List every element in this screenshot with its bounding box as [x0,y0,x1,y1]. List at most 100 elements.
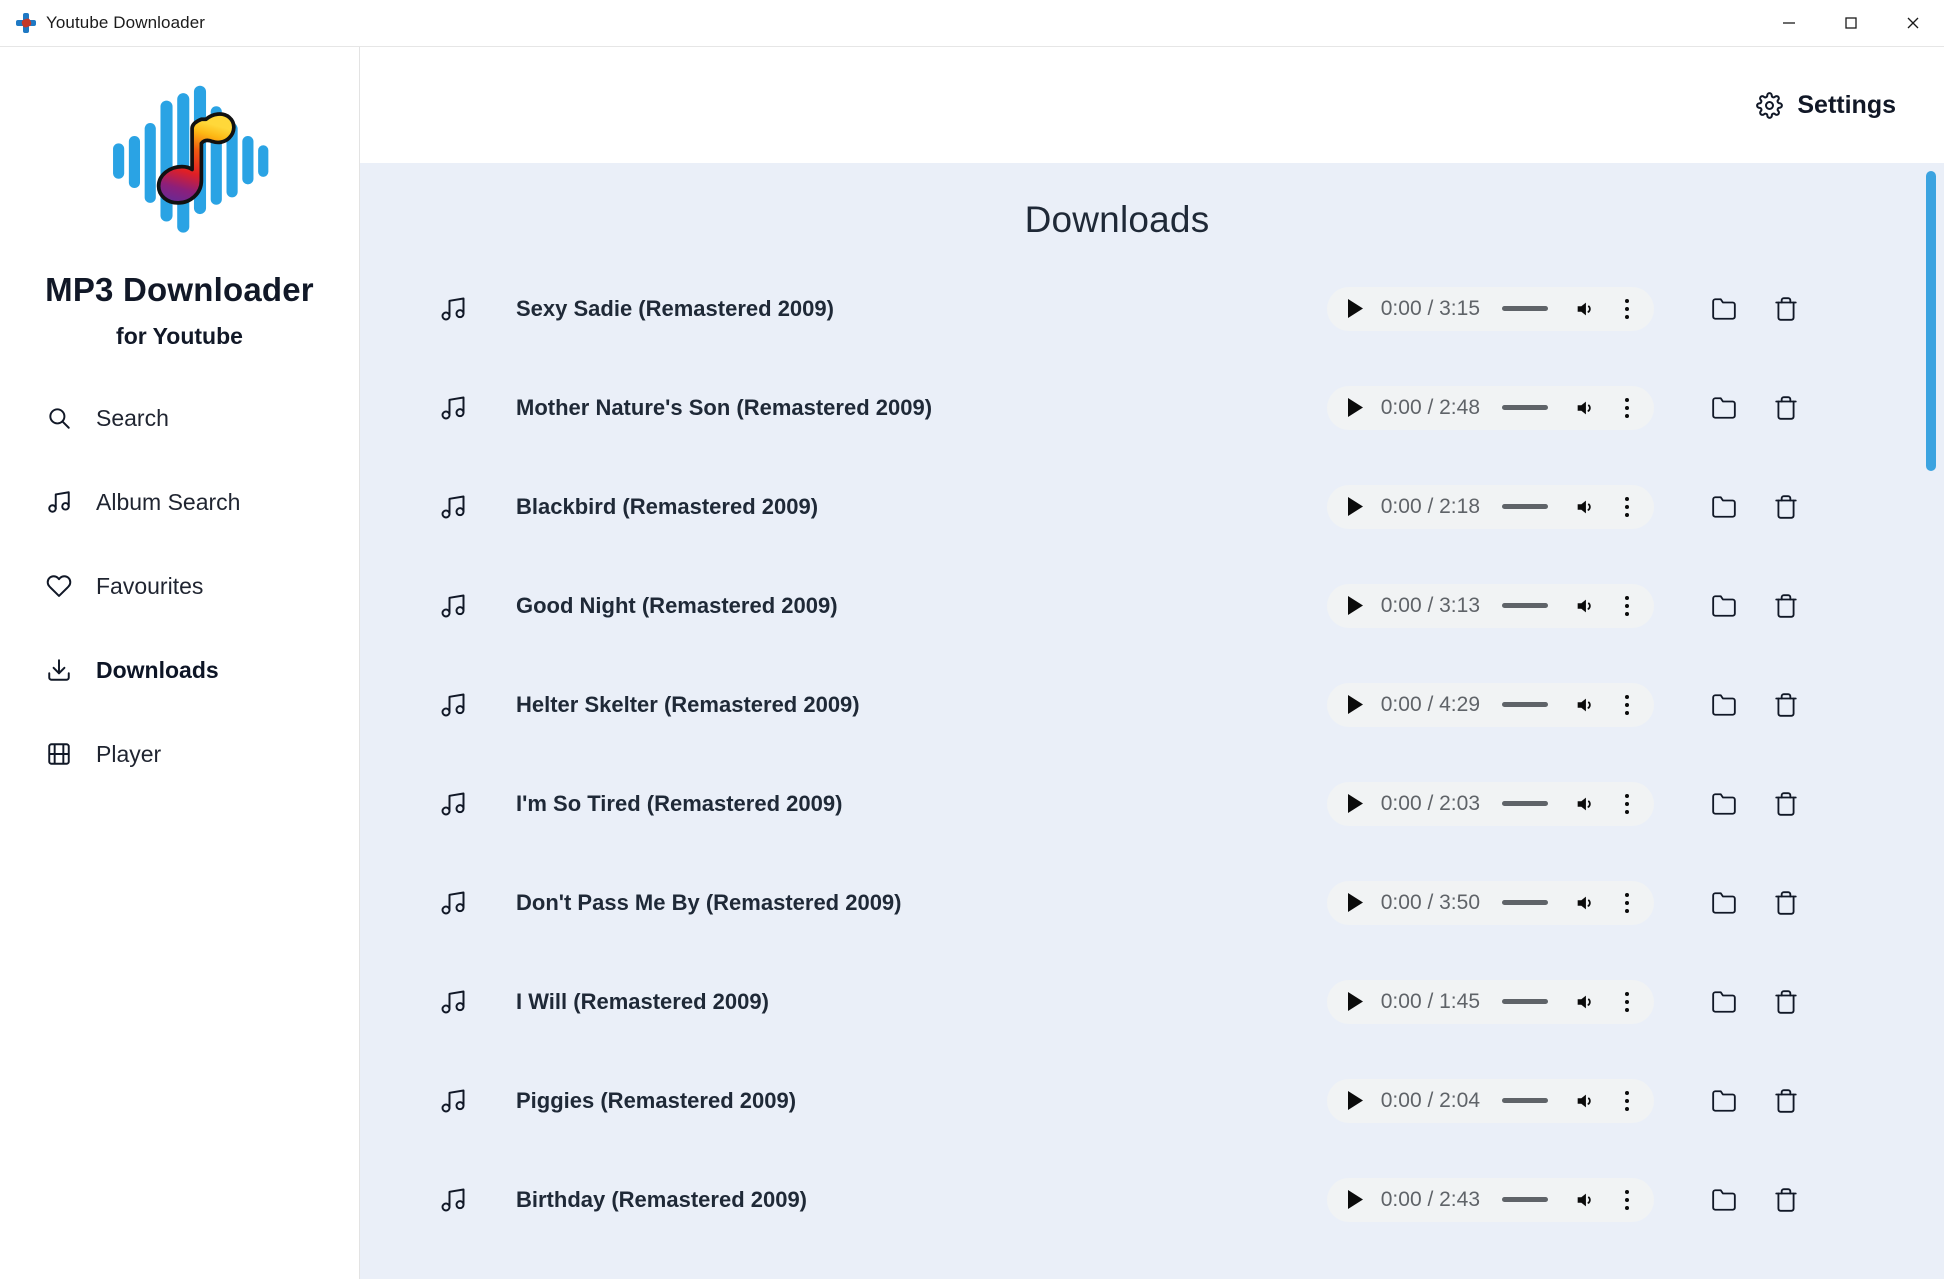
play-icon[interactable] [1341,591,1371,621]
delete-button[interactable] [1758,380,1814,436]
sidebar-item-favourites[interactable]: Favourites [46,554,359,618]
sidebar-nav: Search Album Search Favourites Downloads… [0,386,359,806]
time-display: 0:00 / 2:03 [1380,791,1480,815]
more-vertical-icon[interactable] [1616,987,1638,1017]
open-folder-button[interactable] [1696,1172,1752,1228]
vertical-scrollbar[interactable] [1924,163,1938,1279]
maximize-button[interactable] [1820,0,1882,46]
volume-icon[interactable] [1570,789,1600,819]
music-note-icon [438,888,468,918]
delete-button[interactable] [1758,479,1814,535]
play-icon[interactable] [1341,393,1371,423]
play-icon[interactable] [1341,294,1371,324]
audio-player[interactable]: 0:00 / 2:43 [1326,1177,1654,1222]
delete-button[interactable] [1758,875,1814,931]
open-folder-button[interactable] [1696,1073,1752,1129]
more-vertical-icon[interactable] [1616,888,1638,918]
table-row[interactable]: I Will (Remastered 2009) 0:00 / 1:45 [360,952,1874,1051]
sidebar-item-downloads[interactable]: Downloads [46,638,359,702]
play-icon[interactable] [1341,987,1371,1017]
table-row[interactable]: Don't Pass Me By (Remastered 2009) 0:00 … [360,853,1874,952]
time-display: 0:00 / 3:15 [1380,296,1480,320]
audio-player[interactable]: 0:00 / 1:45 [1326,979,1654,1024]
seek-slider[interactable] [1502,405,1548,410]
open-folder-button[interactable] [1696,578,1752,634]
sidebar-item-label: Album Search [96,488,241,515]
delete-button[interactable] [1758,281,1814,337]
delete-button[interactable] [1758,1073,1814,1129]
seek-slider[interactable] [1502,1098,1548,1103]
play-icon[interactable] [1341,1086,1371,1116]
volume-icon[interactable] [1570,294,1600,324]
seek-slider[interactable] [1502,504,1548,509]
table-row[interactable]: Good Night (Remastered 2009) 0:00 / 3:13 [360,556,1874,655]
more-vertical-icon[interactable] [1616,690,1638,720]
delete-button[interactable] [1758,677,1814,733]
sidebar-item-search[interactable]: Search [46,386,359,450]
more-vertical-icon[interactable] [1616,393,1638,423]
more-vertical-icon[interactable] [1616,789,1638,819]
delete-button[interactable] [1758,776,1814,832]
scrollbar-thumb[interactable] [1926,171,1936,471]
play-icon[interactable] [1341,690,1371,720]
play-icon[interactable] [1341,888,1371,918]
seek-slider[interactable] [1502,306,1548,311]
audio-player[interactable]: 0:00 / 2:48 [1326,385,1654,430]
title-bar: Youtube Downloader [0,0,1944,47]
audio-player[interactable]: 0:00 / 2:03 [1326,781,1654,826]
minimize-button[interactable] [1758,0,1820,46]
more-vertical-icon[interactable] [1616,591,1638,621]
play-icon[interactable] [1341,1185,1371,1215]
open-folder-button[interactable] [1696,875,1752,931]
table-row[interactable]: Blackbird (Remastered 2009) 0:00 / 2:18 [360,457,1874,556]
audio-player[interactable]: 0:00 / 2:04 [1326,1078,1654,1123]
delete-button[interactable] [1758,974,1814,1030]
volume-icon[interactable] [1570,987,1600,1017]
volume-icon[interactable] [1570,591,1600,621]
volume-icon[interactable] [1570,1185,1600,1215]
open-folder-button[interactable] [1696,479,1752,535]
open-folder-button[interactable] [1696,281,1752,337]
open-folder-button[interactable] [1696,776,1752,832]
open-folder-button[interactable] [1696,677,1752,733]
audio-player[interactable]: 0:00 / 3:50 [1326,880,1654,925]
track-title: Good Night (Remastered 2009) [516,592,838,618]
volume-icon[interactable] [1570,1086,1600,1116]
settings-button[interactable]: Settings [1756,91,1896,120]
close-button[interactable] [1882,0,1944,46]
more-vertical-icon[interactable] [1616,1086,1638,1116]
table-row[interactable]: I'm So Tired (Remastered 2009) 0:00 / 2:… [360,754,1874,853]
open-folder-button[interactable] [1696,974,1752,1030]
more-vertical-icon[interactable] [1616,294,1638,324]
more-vertical-icon[interactable] [1616,492,1638,522]
delete-button[interactable] [1758,578,1814,634]
sidebar-item-album-search[interactable]: Album Search [46,470,359,534]
delete-button[interactable] [1758,1172,1814,1228]
play-icon[interactable] [1341,492,1371,522]
sidebar-item-player[interactable]: Player [46,722,359,786]
volume-icon[interactable] [1570,393,1600,423]
music-note-icon [438,1086,468,1116]
table-row[interactable]: Sexy Sadie (Remastered 2009) 0:00 / 3:15 [360,259,1874,358]
open-folder-button[interactable] [1696,380,1752,436]
volume-icon[interactable] [1570,888,1600,918]
audio-player[interactable]: 0:00 / 2:18 [1326,484,1654,529]
volume-icon[interactable] [1570,492,1600,522]
seek-slider[interactable] [1502,1197,1548,1202]
audio-player[interactable]: 0:00 / 4:29 [1326,682,1654,727]
table-row[interactable]: Mother Nature's Son (Remastered 2009) 0:… [360,358,1874,457]
audio-player[interactable]: 0:00 / 3:13 [1326,583,1654,628]
volume-icon[interactable] [1570,690,1600,720]
seek-slider[interactable] [1502,900,1548,905]
seek-slider[interactable] [1502,702,1548,707]
seek-slider[interactable] [1502,603,1548,608]
seek-slider[interactable] [1502,999,1548,1004]
audio-player[interactable]: 0:00 / 3:15 [1326,286,1654,331]
seek-slider[interactable] [1502,801,1548,806]
play-icon[interactable] [1341,789,1371,819]
track-title: Sexy Sadie (Remastered 2009) [516,295,834,321]
table-row[interactable]: Piggies (Remastered 2009) 0:00 / 2:04 [360,1051,1874,1150]
table-row[interactable]: Helter Skelter (Remastered 2009) 0:00 / … [360,655,1874,754]
more-vertical-icon[interactable] [1616,1185,1638,1215]
table-row[interactable]: Birthday (Remastered 2009) 0:00 / 2:43 [360,1150,1874,1249]
